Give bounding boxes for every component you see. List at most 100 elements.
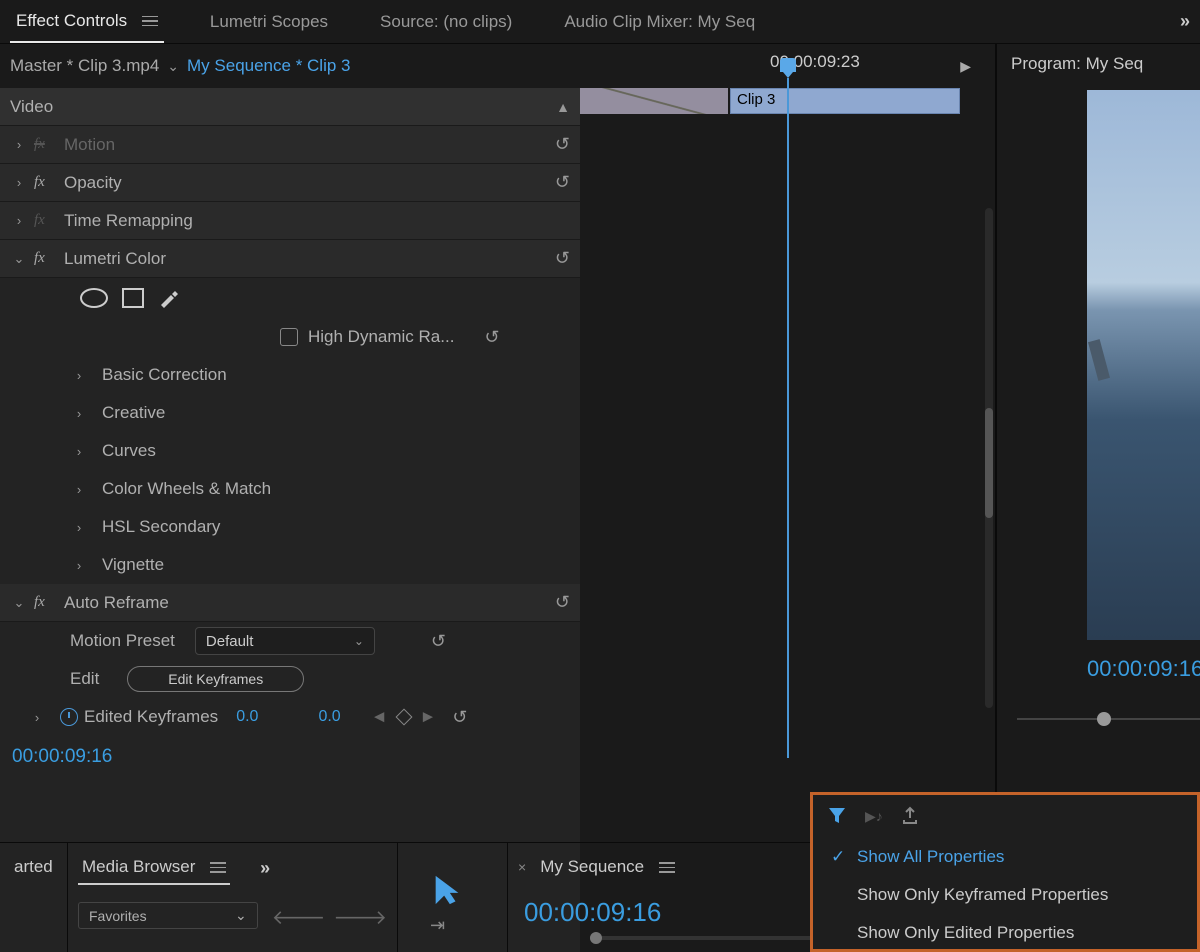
checkbox-icon[interactable]: [280, 328, 298, 346]
stopwatch-icon[interactable]: [60, 708, 78, 726]
menu-show-all-properties[interactable]: Show All Properties: [813, 838, 1197, 876]
twirl-icon[interactable]: ⌄: [10, 595, 28, 611]
play-icon[interactable]: ▶: [960, 58, 971, 75]
playhead-line[interactable]: [787, 78, 789, 758]
tools-panel: ⇥: [398, 843, 508, 952]
twirl-icon[interactable]: ›: [10, 137, 28, 152]
panel-menu-icon[interactable]: [142, 16, 158, 27]
next-keyframe-icon[interactable]: ►: [420, 707, 437, 727]
filter-properties-popup: ▶♪ Show All Properties Show Only Keyfram…: [810, 792, 1200, 952]
nav-forward-icon[interactable]: 🡒: [333, 905, 387, 930]
video-section-header[interactable]: Video ▲: [0, 88, 580, 126]
prev-keyframe-icon[interactable]: ◄: [371, 707, 388, 727]
vertical-scrollbar[interactable]: [985, 208, 993, 708]
tab-media-browser[interactable]: Media Browser: [78, 851, 230, 885]
tab-overflow-icon[interactable]: »: [1180, 11, 1190, 32]
chevron-down-icon[interactable]: ⌄: [167, 58, 179, 75]
lumetri-hsl[interactable]: ›HSL Secondary: [0, 508, 580, 546]
hdr-checkbox-row[interactable]: High Dynamic Ra... ↺: [0, 318, 580, 356]
effect-lumetri-color[interactable]: ⌄ fx Lumetri Color ↺: [0, 240, 580, 278]
pen-mask-icon[interactable]: [158, 288, 178, 308]
menu-show-edited-properties[interactable]: Show Only Edited Properties: [813, 914, 1197, 952]
sequence-clip-label[interactable]: My Sequence * Clip 3: [187, 56, 350, 76]
ripple-edit-icon[interactable]: ⇥: [430, 915, 497, 936]
reset-icon[interactable]: ↺: [431, 631, 446, 652]
edit-keyframes-button[interactable]: Edit Keyframes: [127, 666, 304, 692]
edited-keyframes-label: Edited Keyframes: [84, 707, 218, 727]
tab-lumetri-scopes[interactable]: Lumetri Scopes: [204, 2, 334, 42]
ellipse-mask-icon[interactable]: [80, 288, 108, 308]
effect-time-remapping[interactable]: › fx Time Remapping: [0, 202, 580, 240]
favorites-dropdown[interactable]: Favorites ⌄: [78, 902, 258, 929]
timeline-clip[interactable]: Clip 3: [730, 88, 960, 114]
effect-label: Time Remapping: [64, 211, 570, 231]
play-audio-icon[interactable]: ▶♪: [865, 808, 883, 825]
panel-menu-icon[interactable]: [210, 862, 226, 873]
program-scrubber[interactable]: [1017, 700, 1200, 740]
tab-my-sequence[interactable]: My Sequence: [536, 851, 679, 883]
mask-tools: [0, 278, 580, 318]
effect-label: Opacity: [64, 173, 555, 193]
add-keyframe-icon[interactable]: [395, 709, 412, 726]
fx-icon[interactable]: fx: [34, 174, 56, 191]
reset-icon[interactable]: ↺: [555, 592, 570, 613]
filter-icon[interactable]: [827, 805, 847, 828]
fx-icon[interactable]: fx: [34, 250, 56, 267]
lumetri-curves[interactable]: ›Curves: [0, 432, 580, 470]
effect-auto-reframe[interactable]: ⌄ fx Auto Reframe ↺: [0, 584, 580, 622]
twirl-icon[interactable]: ›: [10, 213, 28, 228]
top-tab-bar: Effect Controls Lumetri Scopes Source: (…: [0, 0, 1200, 44]
chevron-down-icon: ⌄: [354, 634, 364, 648]
nav-back-icon[interactable]: 🡐: [272, 905, 326, 930]
twirl-icon[interactable]: ›: [10, 175, 28, 190]
program-time[interactable]: 00:00:09:16: [997, 640, 1200, 682]
reset-icon[interactable]: ↺: [484, 327, 499, 348]
tab-effect-controls[interactable]: Effect Controls: [10, 1, 164, 43]
effect-label: Lumetri Color: [64, 249, 555, 269]
keyframe-value-1[interactable]: 0.0: [236, 708, 258, 726]
effect-opacity[interactable]: › fx Opacity ↺: [0, 164, 580, 202]
effect-motion[interactable]: › fx Motion ↺: [0, 126, 580, 164]
lumetri-color-wheels[interactable]: ›Color Wheels & Match: [0, 470, 580, 508]
section-label: Video: [10, 97, 556, 117]
edited-keyframes-row[interactable]: › Edited Keyframes 0.0 0.0 ◄ ► ↺: [0, 698, 580, 736]
edit-label: Edit: [70, 669, 99, 689]
rectangle-mask-icon[interactable]: [122, 288, 144, 308]
motion-preset-dropdown[interactable]: Default ⌄: [195, 627, 375, 655]
lumetri-basic-correction[interactable]: ›Basic Correction: [0, 356, 580, 394]
chevron-down-icon: ⌄: [235, 907, 247, 924]
menu-show-keyframed-properties[interactable]: Show Only Keyframed Properties: [813, 876, 1197, 914]
master-clip-label[interactable]: Master * Clip 3.mp4: [10, 56, 159, 76]
hdr-label: High Dynamic Ra...: [308, 327, 454, 347]
selection-tool-icon[interactable]: [430, 873, 464, 907]
tab-audio-mixer[interactable]: Audio Clip Mixer: My Seq: [558, 2, 761, 42]
program-preview[interactable]: [1087, 90, 1200, 640]
lumetri-creative[interactable]: ›Creative: [0, 394, 580, 432]
playhead-marker-icon[interactable]: [780, 58, 796, 72]
timeline-clip-inactive: [580, 88, 728, 114]
tab-fragment[interactable]: arted: [10, 851, 57, 883]
export-icon[interactable]: [901, 806, 919, 827]
current-time[interactable]: 00:00:09:16: [0, 736, 580, 778]
fx-icon[interactable]: fx: [34, 136, 56, 153]
reset-icon[interactable]: ↺: [555, 248, 570, 269]
dropdown-value: Favorites: [89, 908, 235, 924]
tab-program[interactable]: Program: My Seq: [997, 44, 1200, 84]
keyframe-nav: ◄ ►: [371, 707, 437, 727]
tab-source[interactable]: Source: (no clips): [374, 2, 518, 42]
scrubber-knob[interactable]: [1097, 712, 1111, 726]
panel-menu-icon[interactable]: [659, 862, 675, 873]
tab-overflow-icon[interactable]: »: [260, 858, 270, 879]
properties-column: Video ▲ › fx Motion ↺ › fx Opacity ↺ ›: [0, 88, 580, 952]
motion-preset-row: Motion Preset Default ⌄ ↺: [0, 622, 580, 660]
collapse-icon[interactable]: ▲: [556, 99, 570, 115]
fx-icon[interactable]: fx: [34, 594, 56, 611]
scrollbar-thumb[interactable]: [985, 408, 993, 518]
fx-icon[interactable]: fx: [34, 212, 56, 229]
reset-icon[interactable]: ↺: [452, 707, 467, 728]
reset-icon[interactable]: ↺: [555, 172, 570, 193]
lumetri-vignette[interactable]: ›Vignette: [0, 546, 580, 584]
reset-icon[interactable]: ↺: [555, 134, 570, 155]
keyframe-value-2[interactable]: 0.0: [318, 708, 340, 726]
twirl-icon[interactable]: ⌄: [10, 251, 28, 267]
